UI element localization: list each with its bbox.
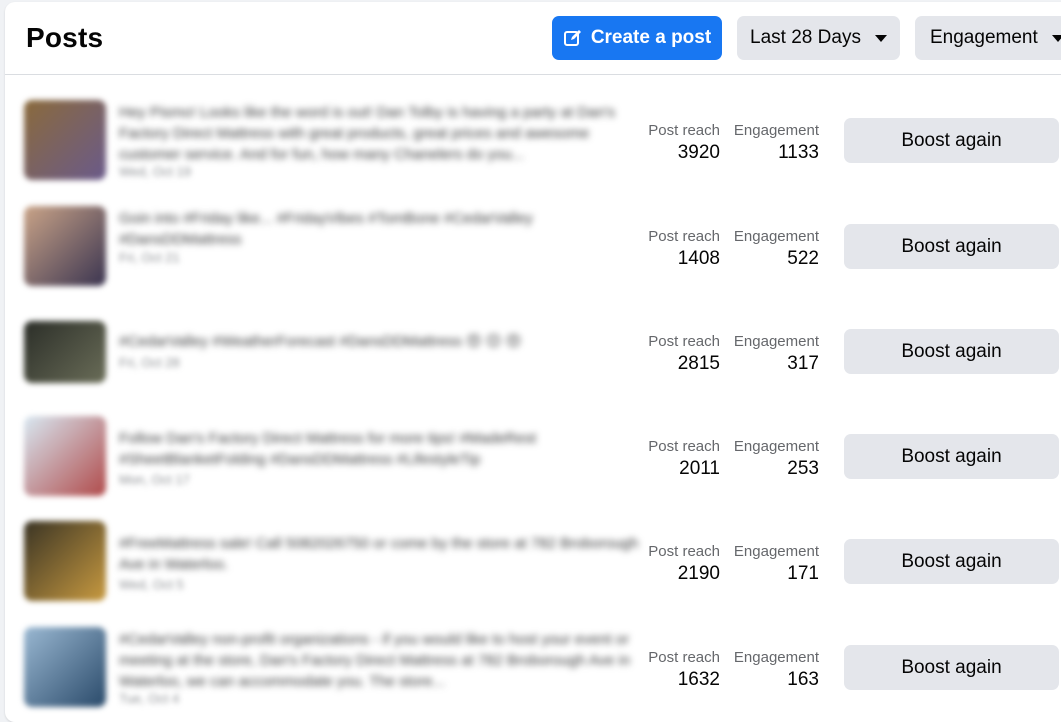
post-date: Tue, Oct 4: [119, 691, 180, 706]
post-text[interactable]: #FreeMattress sale! Call 5082026750 or c…: [119, 533, 639, 575]
post-text[interactable]: Goin into #Friday like... #FridayVibes #…: [119, 208, 639, 271]
post-reach-label: Post reach: [648, 228, 720, 245]
post-thumbnail[interactable]: [24, 100, 106, 180]
create-post-button[interactable]: Create a post: [552, 16, 722, 60]
boost-again-button[interactable]: Boost again: [844, 224, 1059, 269]
edit-icon: [563, 30, 581, 46]
engagement-label: Engagement: [733, 122, 819, 139]
post-date: Wed, Oct 5: [119, 577, 184, 592]
caret-down-icon: [1051, 34, 1061, 42]
post-date: Fri, Oct 28: [119, 355, 180, 370]
post-reach-label: Post reach: [648, 122, 720, 139]
sort-label: Engagement: [930, 27, 1038, 48]
create-post-label: Create a post: [590, 27, 712, 48]
engagement-label: Engagement: [733, 228, 819, 245]
post-text[interactable]: Hey Pismo! Looks like the word is out! D…: [119, 102, 639, 165]
post-thumbnail[interactable]: [24, 521, 106, 601]
engagement-value: 163: [787, 669, 819, 690]
posts-header: Posts Create a post Last 28 Days Engagem…: [5, 2, 1061, 75]
post-date: Mon, Oct 17: [119, 472, 190, 487]
engagement-value: 522: [787, 248, 819, 269]
sort-dropdown[interactable]: Engagement: [915, 16, 1061, 60]
post-reach-value: 3920: [677, 142, 720, 163]
page-title: Posts: [26, 22, 104, 53]
engagement-label: Engagement: [733, 333, 819, 350]
boost-again-button[interactable]: Boost again: [844, 118, 1059, 163]
boost-again-button[interactable]: Boost again: [844, 539, 1059, 584]
post-thumbnail[interactable]: [24, 627, 106, 707]
post-text[interactable]: #CedarValley non-profit organizations - …: [119, 629, 639, 692]
post-thumbnail[interactable]: [24, 206, 106, 286]
post-row: #CedarValley #WeatherForecast #DansDDMat…: [5, 311, 1061, 416]
post-thumbnail[interactable]: [24, 321, 106, 383]
date-range-dropdown[interactable]: Last 28 Days: [737, 16, 900, 60]
post-reach-value: 2011: [679, 458, 720, 479]
engagement-value: 253: [787, 458, 819, 479]
post-reach-value: 2190: [677, 563, 720, 584]
engagement-value: 1133: [778, 142, 819, 163]
engagement-value: 317: [787, 353, 819, 374]
post-text[interactable]: #CedarValley #WeatherForecast #DansDDMat…: [119, 331, 639, 353]
post-reach-label: Post reach: [648, 438, 720, 455]
boost-again-button[interactable]: Boost again: [844, 645, 1059, 690]
post-text[interactable]: Follow Dan's Factory Direct Mattress for…: [119, 428, 639, 470]
post-reach-value: 1632: [677, 669, 720, 690]
engagement-label: Engagement: [733, 543, 819, 560]
post-reach-value: 1408: [677, 248, 720, 269]
engagement-label: Engagement: [733, 649, 819, 666]
post-reach-label: Post reach: [648, 333, 720, 350]
post-row: Follow Dan's Factory Direct Mattress for…: [5, 416, 1061, 521]
post-row: #FreeMattress sale! Call 5082026750 or c…: [5, 521, 1061, 626]
post-date: Wed, Oct 19: [119, 164, 192, 179]
boost-again-button[interactable]: Boost again: [844, 329, 1059, 374]
boost-again-button[interactable]: Boost again: [844, 434, 1059, 479]
post-row: Hey Pismo! Looks like the word is out! D…: [5, 100, 1061, 205]
post-row: #CedarValley non-profit organizations - …: [5, 627, 1061, 722]
posts-card: Posts Create a post Last 28 Days Engagem…: [5, 2, 1061, 722]
engagement-label: Engagement: [733, 438, 819, 455]
post-thumbnail[interactable]: [24, 416, 106, 496]
engagement-value: 171: [787, 563, 819, 584]
post-date: Fri, Oct 21: [119, 250, 180, 265]
post-row: Goin into #Friday like... #FridayVibes #…: [5, 206, 1061, 311]
post-reach-label: Post reach: [648, 543, 720, 560]
post-reach-value: 2815: [677, 353, 720, 374]
post-reach-label: Post reach: [648, 649, 720, 666]
caret-down-icon: [874, 34, 887, 42]
date-range-label: Last 28 Days: [750, 27, 861, 48]
